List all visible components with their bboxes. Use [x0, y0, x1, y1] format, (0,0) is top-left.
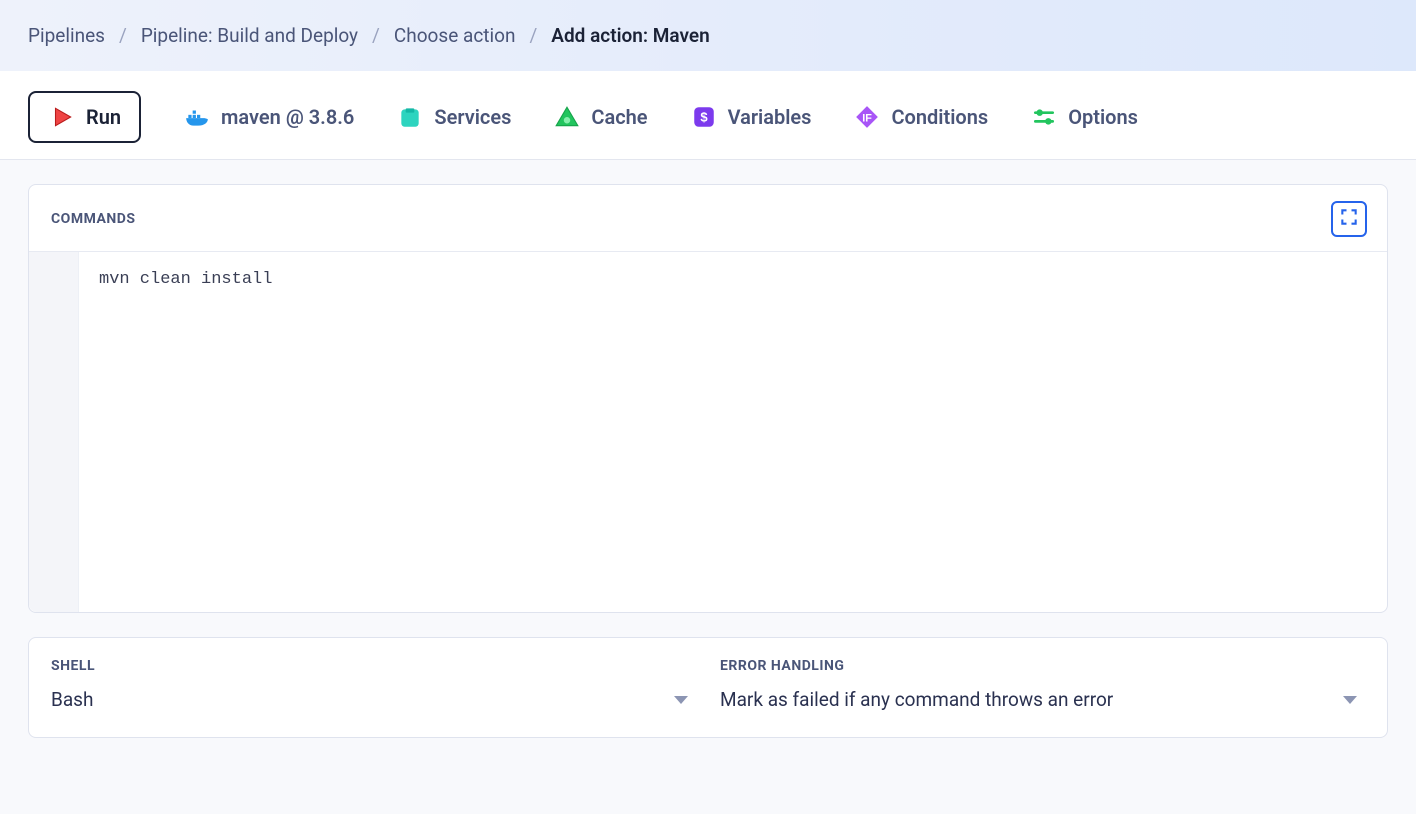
docker-icon	[183, 103, 211, 131]
editor-gutter	[29, 252, 79, 612]
breadcrumb-pipelines[interactable]: Pipelines	[28, 24, 105, 47]
svg-text:IF: IF	[863, 112, 873, 124]
chevron-down-icon	[1343, 696, 1357, 704]
tab-options[interactable]: Options	[1030, 103, 1138, 131]
breadcrumb-separator: /	[529, 24, 537, 47]
services-icon	[396, 103, 424, 131]
error-handling-column: ERROR HANDLING Mark as failed if any com…	[720, 658, 1365, 711]
shell-select[interactable]: Bash	[51, 688, 696, 711]
commands-content[interactable]: mvn clean install	[79, 252, 1387, 612]
shell-label: SHELL	[51, 658, 696, 674]
error-handling-label: ERROR HANDLING	[720, 658, 1365, 674]
tab-cache-label: Cache	[591, 105, 647, 129]
commands-panel: COMMANDS mvn clean install	[28, 184, 1388, 613]
breadcrumb-current: Add action: Maven	[551, 24, 709, 47]
breadcrumb-separator: /	[119, 24, 127, 47]
expand-editor-button[interactable]	[1331, 201, 1367, 237]
commands-label: COMMANDS	[51, 211, 135, 227]
tab-run[interactable]: Run	[28, 91, 141, 143]
shell-value: Bash	[51, 688, 93, 711]
tab-variables-label: Variables	[728, 105, 812, 129]
cache-icon	[553, 103, 581, 131]
main-content: COMMANDS mvn clean install SHELL Bash	[0, 160, 1416, 786]
error-handling-select[interactable]: Mark as failed if any command throws an …	[720, 688, 1365, 711]
tab-docker-image[interactable]: maven @ 3.8.6	[183, 103, 354, 131]
expand-icon	[1339, 207, 1359, 231]
breadcrumb-separator: /	[372, 24, 380, 47]
tab-services-label: Services	[434, 105, 511, 129]
breadcrumb-choose-action[interactable]: Choose action	[394, 24, 516, 47]
tab-options-label: Options	[1068, 105, 1138, 129]
variables-icon: $	[690, 103, 718, 131]
action-tabs: Run maven @ 3.8.6 Services Cache	[0, 71, 1416, 160]
tab-conditions-label: Conditions	[891, 105, 988, 129]
tab-image-label: maven @ 3.8.6	[221, 105, 354, 129]
tab-run-label: Run	[86, 105, 121, 129]
shell-column: SHELL Bash	[51, 658, 696, 711]
tab-conditions[interactable]: IF Conditions	[853, 103, 988, 131]
conditions-icon: IF	[853, 103, 881, 131]
play-icon	[48, 103, 76, 131]
breadcrumb-pipeline-detail[interactable]: Pipeline: Build and Deploy	[141, 24, 358, 47]
tab-variables[interactable]: $ Variables	[690, 103, 812, 131]
chevron-down-icon	[674, 696, 688, 704]
tab-services[interactable]: Services	[396, 103, 511, 131]
options-icon	[1030, 103, 1058, 131]
commands-panel-header: COMMANDS	[29, 185, 1387, 252]
tab-cache[interactable]: Cache	[553, 103, 647, 131]
breadcrumb: Pipelines / Pipeline: Build and Deploy /…	[0, 0, 1416, 71]
error-handling-value: Mark as failed if any command throws an …	[720, 688, 1113, 711]
commands-editor[interactable]: mvn clean install	[29, 252, 1387, 612]
svg-text:$: $	[700, 109, 708, 124]
shell-error-panel: SHELL Bash ERROR HANDLING Mark as failed…	[28, 637, 1388, 738]
